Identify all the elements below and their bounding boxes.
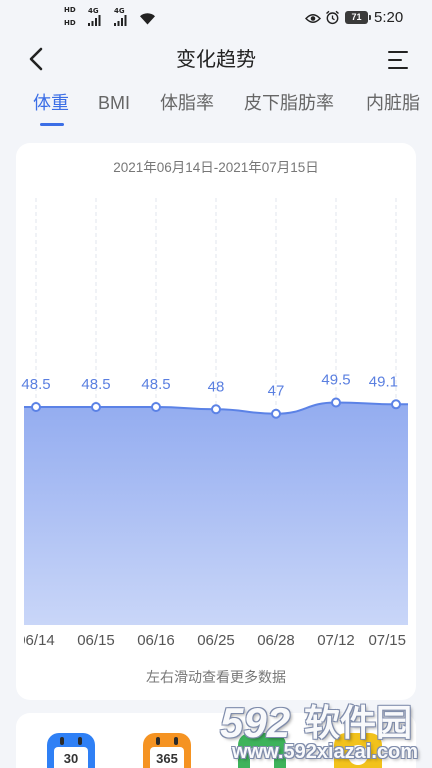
network-type-sim2: 4G bbox=[114, 7, 125, 15]
wifi-icon bbox=[140, 13, 155, 25]
signal-bar bbox=[124, 15, 127, 26]
app-glyph bbox=[348, 745, 368, 765]
shortcut-card: 30 365 bbox=[16, 713, 416, 768]
scroll-hint: 左右滑动查看更多数据 bbox=[146, 669, 286, 685]
x-tick-label: 07/15 bbox=[368, 632, 406, 649]
status-bar: HD HD 4G 4G 71 5:20 bbox=[0, 0, 432, 36]
tab-visceral-fat[interactable]: 内脏脂 bbox=[366, 91, 420, 115]
calendar-ring bbox=[174, 737, 178, 745]
signal-bar bbox=[114, 23, 116, 26]
data-point bbox=[31, 402, 41, 413]
data-label: 48.5 bbox=[141, 376, 170, 393]
data-label: 49.5 bbox=[321, 372, 350, 389]
hd-badge-sim2: HD bbox=[64, 19, 76, 27]
tab-bmi[interactable]: BMI bbox=[98, 91, 130, 115]
page-title: 变化趋势 bbox=[176, 49, 256, 71]
data-point bbox=[271, 408, 281, 419]
area-fill bbox=[24, 402, 408, 625]
x-tick-label: 06/25 bbox=[197, 632, 235, 649]
battery-icon: 71 bbox=[345, 11, 371, 24]
trend-chart[interactable]: 06/14 06/15 06/16 06/25 06/28 07/12 07/15 48.5 4… bbox=[16, 143, 416, 663]
calendar-page: 365 bbox=[150, 747, 184, 768]
x-tick-label: 06/15 bbox=[77, 632, 115, 649]
alarm-icon bbox=[326, 10, 339, 25]
calendar-30-icon[interactable]: 30 bbox=[47, 733, 95, 768]
data-label: 48.5 bbox=[21, 376, 50, 393]
signal-bar bbox=[117, 21, 120, 26]
data-point bbox=[151, 402, 161, 413]
data-point bbox=[211, 404, 221, 415]
green-app-icon[interactable] bbox=[238, 733, 286, 768]
x-tick-label: 06/28 bbox=[257, 632, 295, 649]
tab-body-fat[interactable]: 体脂率 bbox=[160, 91, 214, 115]
data-label: 48.5 bbox=[81, 376, 110, 393]
eye-icon bbox=[305, 14, 321, 23]
signal-bar bbox=[88, 23, 90, 26]
data-point bbox=[391, 399, 401, 410]
calendar-number: 365 bbox=[156, 751, 178, 766]
signal-bar bbox=[91, 21, 94, 26]
calendar-page: 30 bbox=[54, 747, 88, 768]
plot-area: 06/14 06/15 06/16 06/25 06/28 07/12 07/15 bbox=[17, 198, 408, 649]
network-type-sim1: 4G bbox=[88, 7, 99, 15]
app-glyph bbox=[250, 747, 274, 768]
tab-weight[interactable]: 体重 bbox=[33, 91, 69, 115]
battery-level: 71 bbox=[351, 12, 362, 22]
menu-lines bbox=[388, 51, 408, 69]
hd-badge-sim1: HD bbox=[64, 6, 76, 14]
signal-bar bbox=[98, 15, 101, 26]
data-label: 49.1 bbox=[369, 373, 398, 390]
data-point bbox=[331, 397, 341, 408]
data-label: 48 bbox=[208, 378, 225, 395]
data-point bbox=[91, 402, 101, 413]
calendar-ring bbox=[60, 737, 64, 745]
eye-pupil bbox=[310, 16, 316, 21]
calendar-number: 30 bbox=[63, 751, 79, 766]
tab-active-indicator bbox=[40, 123, 64, 126]
calendar-ring bbox=[78, 737, 82, 745]
x-tick-label: 06/14 bbox=[17, 632, 55, 649]
data-label: 47 bbox=[268, 383, 285, 400]
menu-icon bbox=[388, 51, 408, 69]
wifi-wedge bbox=[140, 13, 155, 25]
calendar-365-icon[interactable]: 365 bbox=[143, 733, 191, 768]
yellow-app-icon[interactable] bbox=[334, 733, 382, 768]
menu-button[interactable] bbox=[386, 49, 410, 71]
tab-subcutaneous-fat[interactable]: 皮下脂肪率 bbox=[244, 91, 334, 115]
x-tick-label: 07/12 bbox=[317, 632, 355, 649]
calendar-ring bbox=[156, 737, 160, 745]
signal-icon bbox=[88, 15, 101, 26]
trend-chart-card: 2021年06月14日-2021年07月15日 06/14 06/15 06/16 0… bbox=[16, 143, 416, 700]
status-time: 5:20 bbox=[374, 9, 404, 26]
signal-icon bbox=[114, 15, 127, 26]
signal-bar bbox=[121, 18, 123, 26]
signal-bar bbox=[95, 18, 97, 26]
alarm-hands bbox=[331, 15, 335, 21]
x-tick-label: 06/16 bbox=[137, 632, 175, 649]
